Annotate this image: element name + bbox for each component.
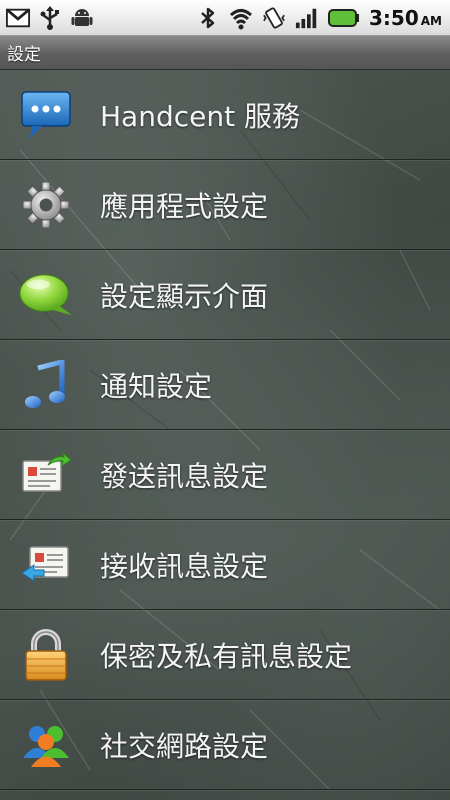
title-bar: 設定 — [0, 36, 450, 70]
menu-item-label: Handcent 服務 — [100, 99, 300, 133]
speech-bubble-icon — [18, 267, 74, 323]
menu-item-label: 通知設定 — [100, 369, 213, 403]
people-icon — [18, 717, 74, 773]
status-bar-notifications — [0, 5, 94, 30]
signal-icon — [295, 6, 319, 30]
menu-item-receive-settings[interactable]: 接收訊息設定 — [0, 520, 450, 610]
music-note-icon — [18, 357, 74, 413]
menu-item-app-settings[interactable]: 應用程式設定 — [0, 160, 450, 250]
menu-item-handcent-service[interactable]: Handcent 服務 — [0, 70, 450, 160]
menu-item-notification-settings[interactable]: 通知設定 — [0, 340, 450, 430]
status-bar: 3:50 AM — [0, 0, 450, 36]
clock-time: 3:50 — [369, 5, 419, 30]
menu-item-privacy-settings[interactable]: 保密及私有訊息設定 — [0, 610, 450, 700]
screen: 3:50 AM 設定 Handcent 服務 應用程式設定 設定顯示介面 通知設… — [0, 0, 450, 800]
chat-bubble-icon — [18, 87, 74, 143]
clock-ampm: AM — [420, 13, 442, 28]
menu-item-label: 接收訊息設定 — [100, 549, 269, 583]
menu-item-label: 應用程式設定 — [100, 189, 269, 223]
android-icon[interactable] — [70, 6, 94, 30]
clock: 3:50 AM — [369, 6, 442, 30]
menu-item-send-settings[interactable]: 發送訊息設定 — [0, 430, 450, 520]
settings-list: Handcent 服務 應用程式設定 設定顯示介面 通知設定 發送訊息設定 接收… — [0, 70, 450, 800]
menu-item-social-settings[interactable]: 社交網路設定 — [0, 700, 450, 790]
gmail-icon[interactable] — [6, 6, 30, 30]
page-title: 設定 — [7, 45, 41, 65]
wifi-icon — [229, 6, 253, 30]
menu-item-label: 保密及私有訊息設定 — [100, 639, 353, 673]
usb-icon[interactable] — [38, 5, 62, 30]
vibrate-icon — [262, 6, 286, 30]
menu-item-label: 社交網路設定 — [100, 729, 269, 763]
lock-icon — [18, 627, 74, 683]
receive-message-icon — [18, 537, 74, 593]
menu-item-label: 設定顯示介面 — [100, 279, 269, 313]
bluetooth-icon — [196, 6, 220, 30]
send-message-icon — [18, 447, 74, 503]
status-bar-system: 3:50 AM — [196, 6, 450, 30]
gear-icon — [18, 177, 74, 233]
menu-item-display-settings[interactable]: 設定顯示介面 — [0, 250, 450, 340]
menu-item-label: 發送訊息設定 — [100, 459, 269, 493]
battery-icon — [328, 6, 360, 30]
